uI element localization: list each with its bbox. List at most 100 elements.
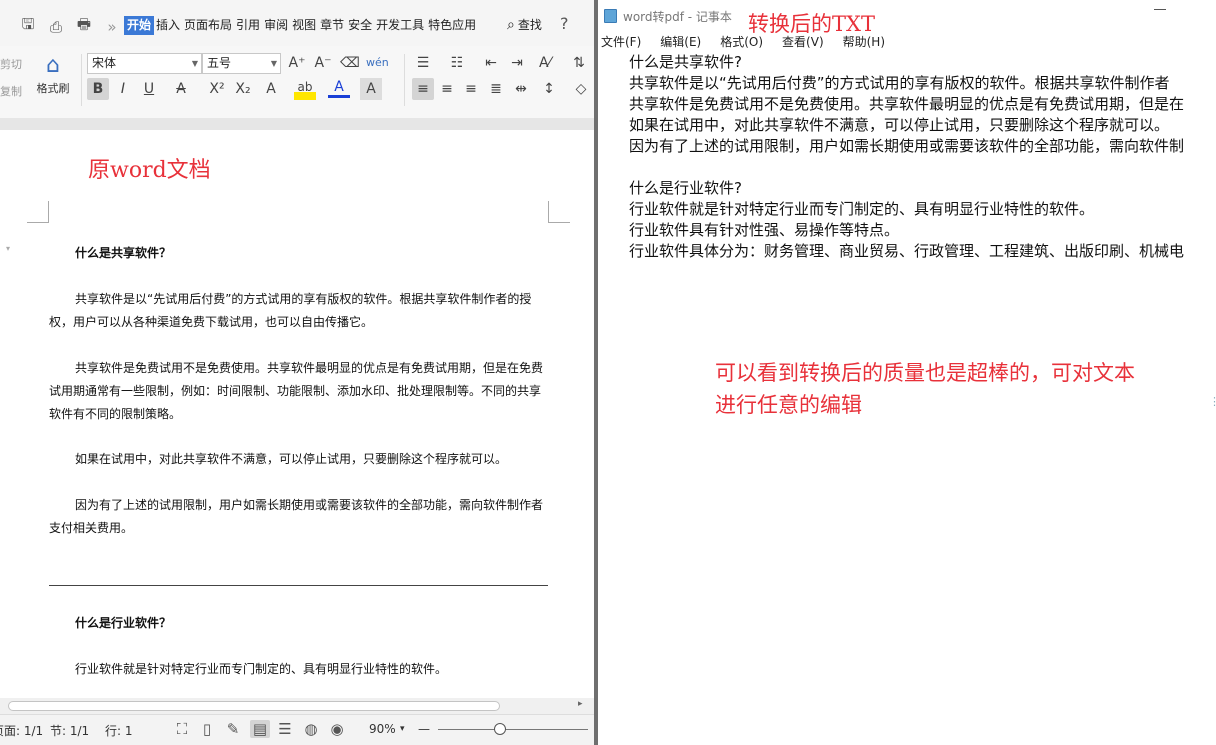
clear-format-icon[interactable]: ⌫ bbox=[339, 52, 361, 74]
zoom-slider-track[interactable] bbox=[438, 729, 588, 730]
bold-icon[interactable]: B bbox=[87, 78, 109, 100]
text-line: 行业软件就是针对特定行业而专门制定的、具有明显行业特性的软件。 bbox=[629, 200, 1095, 218]
font-name-select[interactable]: 宋体 ▼ bbox=[87, 53, 202, 74]
subscript-icon[interactable]: X₂ bbox=[232, 78, 254, 100]
char-shading-icon[interactable]: A bbox=[360, 78, 382, 100]
doc-paragraph: 因为有了上述的试用限制，用户如需长期使用或需要该软件的全部功能，需向软件制作者支… bbox=[49, 498, 544, 535]
text-line: 行业软件具有针对性强、易操作等特点。 bbox=[629, 221, 900, 239]
notepad-menu-bar: 文件(F) 编辑(E) 格式(O) 查看(V) 帮助(H) bbox=[601, 33, 904, 50]
text-line: 行业软件具体分为：财务管理、商业贸易、行政管理、工程建筑、出版印刷、机械电 bbox=[629, 242, 1185, 260]
doc-paragraph: 行业软件就是针对特定行业而专门制定的、具有明显行业特性的软件。 bbox=[75, 662, 448, 676]
cut-button[interactable]: 剪切 bbox=[0, 56, 22, 72]
text-line: 共享软件是免费试用不是免费使用。共享软件最明显的优点是有免费试用期，但是在 bbox=[629, 95, 1185, 113]
edit-mode-icon[interactable]: ✎ bbox=[223, 720, 243, 738]
chinese-layout-icon[interactable]: A⁄ bbox=[534, 52, 556, 74]
notepad-title-bar: word转pdf - 记事本 转换后的TXT bbox=[598, 0, 1216, 36]
grow-font-icon[interactable]: A⁺ bbox=[286, 52, 308, 74]
font-color-icon[interactable]: A bbox=[328, 78, 350, 98]
title-tab-bar: 🖫 ⎙ 🖶 » 开始 插入 页面布局 引用 审阅 视图 章节 安全 开发工具 特… bbox=[0, 0, 594, 50]
outline-view-icon[interactable]: ☰ bbox=[275, 720, 295, 738]
annotation-line: 进行任意的编辑 bbox=[715, 393, 862, 417]
status-bar: 页面: 1/1 节: 1/1 行: 1 ⛶ ▯ ✎ ▤ ☰ ◍ ◉ 90% ▾ … bbox=[0, 714, 594, 745]
font-name-value: 宋体 bbox=[92, 56, 117, 70]
strikethrough-icon[interactable]: A bbox=[170, 78, 192, 100]
fullscreen-icon[interactable]: ⛶ bbox=[172, 720, 192, 738]
superscript-icon[interactable]: X² bbox=[206, 78, 228, 100]
ribbon-home: 剪切 复制 ⌂ 格式刷 宋体 ▼ 五号 ▼ A⁺ A⁻ ⌫ wén B I U … bbox=[0, 46, 594, 118]
align-right-icon[interactable]: ≡ bbox=[460, 78, 482, 100]
numbered-list-icon[interactable]: ☷ bbox=[446, 52, 468, 74]
tab-view[interactable]: 视图 bbox=[290, 16, 318, 35]
menu-format[interactable]: 格式(O) bbox=[720, 33, 770, 50]
increase-indent-icon[interactable]: ⇥ bbox=[506, 52, 528, 74]
highlight-icon[interactable]: ab bbox=[294, 76, 316, 98]
menu-file[interactable]: 文件(F) bbox=[601, 33, 648, 50]
font-size-select[interactable]: 五号 ▼ bbox=[202, 53, 281, 74]
horizontal-scrollbar[interactable]: ▸ bbox=[0, 698, 594, 714]
tab-references[interactable]: 引用 bbox=[234, 16, 262, 35]
menu-edit[interactable]: 编辑(E) bbox=[660, 33, 708, 50]
menu-view[interactable]: 查看(V) bbox=[782, 33, 831, 50]
doc-paragraph: 共享软件是以“先试用后付费”的方式试用的享有版权的软件。根据共享软件制作者的授权… bbox=[49, 292, 532, 329]
save-icon[interactable]: 🖫 bbox=[20, 14, 36, 39]
distributed-icon[interactable]: ⇹ bbox=[510, 78, 532, 100]
zoom-level[interactable]: 90% bbox=[369, 722, 396, 736]
page-indicator: 页面: 1/1 bbox=[0, 724, 44, 738]
text-line bbox=[629, 157, 1216, 178]
decrease-indent-icon[interactable]: ⇤ bbox=[480, 52, 502, 74]
tab-home[interactable]: 开始 bbox=[124, 16, 155, 35]
zoom-slider-knob[interactable] bbox=[494, 723, 506, 735]
notepad-text-area[interactable]: 什么是共享软件? 共享软件是以“先试用后付费”的方式试用的享有版权的软件。根据共… bbox=[629, 52, 1216, 262]
web-view-icon[interactable]: ◍ bbox=[301, 720, 321, 738]
chevron-down-icon[interactable]: ▾ bbox=[400, 724, 405, 734]
ribbon-divider bbox=[81, 54, 82, 106]
align-center-icon[interactable]: ≡ bbox=[436, 78, 458, 100]
format-painter-button[interactable]: ⌂ 格式刷 bbox=[32, 52, 74, 96]
search-button[interactable]: ⌕ 查找 bbox=[507, 16, 542, 33]
align-left-icon[interactable]: ≡ bbox=[412, 78, 434, 100]
help-icon[interactable]: ? bbox=[560, 14, 569, 33]
menu-help[interactable]: 帮助(H) bbox=[843, 33, 892, 50]
minimize-icon[interactable] bbox=[1154, 9, 1166, 10]
print-preview-icon[interactable]: ⎙ bbox=[48, 18, 64, 36]
shrink-font-icon[interactable]: A⁻ bbox=[312, 52, 334, 74]
tab-chapter[interactable]: 章节 bbox=[318, 16, 346, 35]
tab-security[interactable]: 安全 bbox=[346, 16, 374, 35]
format-painter-icon: ⌂ bbox=[46, 53, 60, 78]
format-painter-label: 格式刷 bbox=[36, 82, 70, 95]
quick-access-toolbar: 🖫 ⎙ 🖶 » bbox=[20, 14, 120, 39]
collapse-marker-icon: ▾ bbox=[6, 244, 11, 253]
tab-special[interactable]: 特色应用 bbox=[426, 16, 478, 35]
search-icon: ⌕ bbox=[507, 16, 515, 33]
text-effect-icon[interactable]: A bbox=[260, 78, 282, 100]
eye-protect-icon[interactable]: ◉ bbox=[327, 720, 347, 738]
zoom-out-icon[interactable]: — bbox=[418, 722, 430, 736]
line-spacing-icon[interactable]: ↕ bbox=[538, 78, 560, 100]
reading-mode-icon[interactable]: ▯ bbox=[197, 720, 217, 738]
text-line: 因为有了上述的试用限制，用户如需长期使用或需要该软件的全部功能，需向软件制 bbox=[629, 137, 1185, 155]
underline-icon[interactable]: U bbox=[138, 78, 160, 100]
ribbon-tabs: 开始 插入 页面布局 引用 审阅 视图 章节 安全 开发工具 特色应用 bbox=[124, 16, 478, 35]
copy-button[interactable]: 复制 bbox=[0, 83, 22, 99]
tab-page-layout[interactable]: 页面布局 bbox=[182, 16, 234, 35]
page-view-icon[interactable]: ▤ bbox=[250, 720, 270, 738]
phonetic-icon[interactable]: wén bbox=[366, 52, 389, 74]
document-page[interactable]: 原word文档 ▾ 什么是共享软件？ 共享软件是以“先试用后付费”的方式试用的享… bbox=[0, 130, 594, 698]
scroll-right-icon[interactable]: ▸ bbox=[578, 699, 583, 709]
window-title: word转pdf - 记事本 bbox=[623, 10, 732, 24]
tab-review[interactable]: 审阅 bbox=[262, 16, 290, 35]
more-icon[interactable]: » bbox=[104, 18, 120, 36]
shading-icon[interactable]: ◇ bbox=[570, 78, 592, 100]
margin-corner bbox=[27, 201, 49, 223]
tab-insert[interactable]: 插入 bbox=[154, 16, 182, 35]
row-indicator: 行: 1 bbox=[105, 724, 133, 738]
section-indicator: 节: 1/1 bbox=[50, 724, 90, 738]
print-icon[interactable]: 🖶 bbox=[76, 14, 92, 39]
scrollbar-thumb[interactable] bbox=[8, 701, 500, 711]
justify-icon[interactable]: ≣ bbox=[485, 78, 507, 100]
italic-icon[interactable]: I bbox=[112, 78, 134, 100]
bullet-list-icon[interactable]: ☰ bbox=[412, 52, 434, 74]
sort-icon[interactable]: ⇅ bbox=[568, 52, 590, 74]
tab-developer[interactable]: 开发工具 bbox=[374, 16, 426, 35]
word-processor-window: 🖫 ⎙ 🖶 » 开始 插入 页面布局 引用 审阅 视图 章节 安全 开发工具 特… bbox=[0, 0, 594, 745]
